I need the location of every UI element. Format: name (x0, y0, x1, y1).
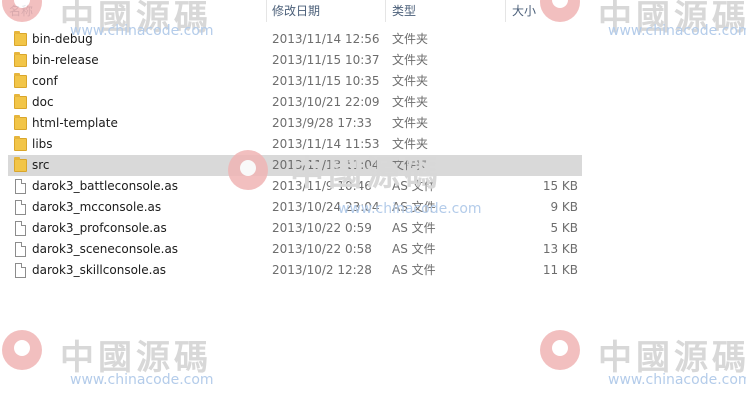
file-name: darok3_mcconsole.as (32, 200, 162, 214)
folder-icon (14, 31, 27, 46)
file-type: 文件夹 (392, 53, 429, 67)
file-icon (15, 179, 26, 194)
file-size: 11 KB (542, 263, 578, 277)
file-row[interactable]: darok3_skillconsole.as 2013/10/2 12:28 AS … (8, 260, 582, 281)
file-row[interactable]: html-template 2013/9/28 17:33 文件夹 (8, 113, 582, 134)
column-divider[interactable] (505, 0, 506, 22)
file-type: 文件夹 (392, 137, 429, 151)
file-name: conf (32, 74, 58, 88)
file-row[interactable]: darok3_sceneconsole.as 2013/10/22 0:58 AS … (8, 239, 582, 260)
file-type: AS 文件 (392, 221, 436, 235)
file-name: html-template (32, 116, 118, 130)
file-size (478, 155, 578, 176)
file-type: AS 文件 (392, 200, 436, 214)
file-size (478, 29, 578, 50)
folder-icon (14, 157, 27, 172)
file-name: libs (32, 137, 53, 151)
file-date: 2013/11/9 10:46 (272, 179, 372, 193)
file-date: 2013/10/22 0:59 (272, 221, 372, 235)
file-row[interactable]: conf 2013/11/15 10:35 文件夹 (8, 71, 582, 92)
file-type: 文件夹 (392, 95, 429, 109)
file-date: 2013/11/15 10:35 (272, 74, 380, 88)
column-header-name[interactable]: 名称 (8, 0, 268, 22)
file-name: darok3_profconsole.as (32, 221, 167, 235)
file-type: AS 文件 (392, 179, 436, 193)
column-header-date[interactable]: 修改日期 (271, 0, 381, 22)
column-header-size[interactable]: 大小 (511, 0, 571, 22)
folder-icon (14, 52, 27, 67)
file-name: bin-release (32, 53, 99, 67)
file-date: 2013/10/24 23:04 (272, 200, 380, 214)
file-date: 2013/10/22 0:58 (272, 242, 372, 256)
file-type: 文件夹 (392, 116, 429, 130)
file-date: 2013/11/14 11:53 (272, 137, 380, 151)
watermark-url: www.chinacode.com (70, 372, 214, 388)
file-row[interactable]: libs 2013/11/14 11:53 文件夹 (8, 134, 582, 155)
file-row[interactable]: doc 2013/10/21 22:09 文件夹 (8, 92, 582, 113)
file-type: 文件夹 (392, 32, 429, 46)
file-size: 5 KB (550, 221, 578, 235)
file-icon (15, 263, 26, 278)
file-row[interactable]: darok3_mcconsole.as 2013/10/24 23:04 AS 文件… (8, 197, 582, 218)
file-size: 15 KB (542, 179, 578, 193)
file-name: src (32, 158, 50, 172)
file-name: bin-debug (32, 32, 93, 46)
file-icon (15, 221, 26, 236)
file-date: 2013/11/15 10:37 (272, 53, 380, 67)
column-divider[interactable] (266, 0, 267, 22)
file-type: AS 文件 (392, 263, 436, 277)
file-row[interactable]: bin-release 2013/11/15 10:37 文件夹 (8, 50, 582, 71)
file-row[interactable]: bin-debug 2013/11/14 12:56 文件夹 (8, 29, 582, 50)
file-date: 2013/11/14 12:56 (272, 32, 380, 46)
folder-icon (14, 115, 27, 130)
file-size (478, 71, 578, 92)
file-type: 文件夹 (392, 74, 429, 88)
file-name: doc (32, 95, 54, 109)
file-row[interactable]: src 2013/11/13 11:04 文件夹 (8, 155, 582, 176)
column-header-type[interactable]: 类型 (391, 0, 501, 22)
file-row[interactable]: darok3_profconsole.as 2013/10/22 0:59 AS 文… (8, 218, 582, 239)
file-type: AS 文件 (392, 242, 436, 256)
column-header-bar: 名称 修改日期 类型 大小 (0, 0, 746, 22)
file-type: 文件夹 (392, 158, 429, 172)
file-name: darok3_sceneconsole.as (32, 242, 179, 256)
file-size: 9 KB (550, 200, 578, 214)
watermark-logo-icon (2, 330, 42, 370)
file-size (478, 113, 578, 134)
file-name: darok3_skillconsole.as (32, 263, 167, 277)
folder-icon (14, 94, 27, 109)
watermark-url: www.chinacode.com (608, 23, 746, 39)
file-size (478, 134, 578, 155)
watermark-logo-icon (540, 330, 580, 370)
watermark-text: 中國源碼 (598, 338, 746, 378)
folder-icon (14, 73, 27, 88)
file-name: darok3_battleconsole.as (32, 179, 178, 193)
file-size: 13 KB (542, 242, 578, 256)
file-size (478, 92, 578, 113)
column-divider[interactable] (385, 0, 386, 22)
watermark-url: www.chinacode.com (608, 372, 746, 388)
file-icon (15, 242, 26, 257)
file-row[interactable]: darok3_battleconsole.as 2013/11/9 10:46 AS… (8, 176, 582, 197)
file-date: 2013/11/13 11:04 (272, 158, 380, 172)
file-date: 2013/10/21 22:09 (272, 95, 380, 109)
watermark-text: 中國源碼 (60, 338, 212, 378)
file-date: 2013/10/2 12:28 (272, 263, 372, 277)
file-size (478, 50, 578, 71)
folder-icon (14, 136, 27, 151)
file-date: 2013/9/28 17:33 (272, 116, 372, 130)
file-icon (15, 200, 26, 215)
